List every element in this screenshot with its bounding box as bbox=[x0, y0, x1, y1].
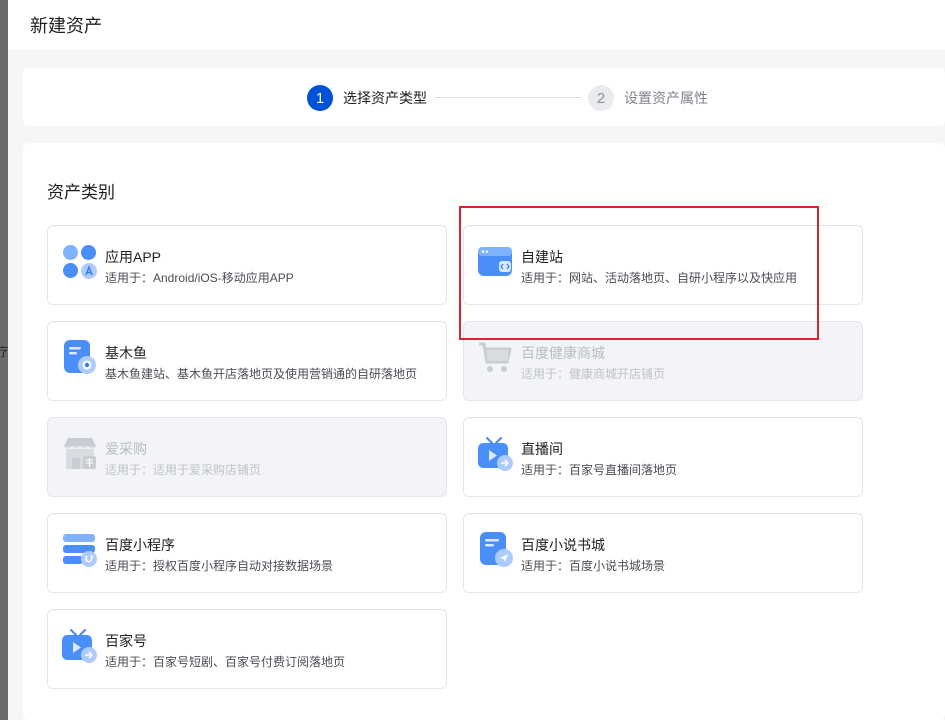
asset-name: 直播间 bbox=[521, 441, 563, 457]
background-page-text: 疗 bbox=[0, 345, 9, 359]
step-1-label: 选择资产类型 bbox=[343, 90, 427, 106]
asset-desc: 基木鱼建站、基木鱼开店落地页及使用营销通的自研落地页 bbox=[105, 367, 418, 381]
asset-desc: 适用于：健康商城开店铺页 bbox=[521, 367, 666, 381]
asset-desc: 适用于：百度小说书城场景 bbox=[521, 559, 666, 573]
step-1[interactable]: 1 选择资产类型 bbox=[307, 85, 427, 111]
browser-code-icon bbox=[478, 247, 512, 276]
step-2[interactable]: 2 设置资产属性 bbox=[588, 85, 708, 111]
asset-category-panel: 资产类别 应用APP 适用于：Android/iOS-移动应用APP 自建站 适… bbox=[23, 143, 945, 720]
asset-card-baidu-novel-store[interactable]: 百度小说书城 适用于：百度小说书城场景 bbox=[463, 513, 863, 593]
asset-card-health-mall: 百度健康商城 适用于：健康商城开店铺页 bbox=[463, 321, 863, 401]
drawer-title: 新建资产 bbox=[30, 16, 102, 36]
asset-card-app[interactable]: 应用APP 适用于：Android/iOS-移动应用APP bbox=[47, 225, 447, 305]
storefront-icon bbox=[64, 438, 96, 469]
mini-program-icon bbox=[63, 534, 97, 567]
steps-bar: 1 选择资产类型 2 设置资产属性 bbox=[23, 68, 945, 126]
asset-card-self-built-site[interactable]: 自建站 适用于：网站、活动落地页、自研小程序以及快应用 bbox=[463, 225, 863, 305]
step-connector bbox=[435, 97, 581, 98]
asset-desc: 适用于：授权百度小程序自动对接数据场景 bbox=[105, 559, 334, 573]
app-grid-icon bbox=[63, 245, 97, 279]
shopping-cart-icon bbox=[479, 342, 512, 372]
new-asset-drawer: 新建资产 1 选择资产类型 2 设置资产属性 资产类别 应用APP 适用于：An… bbox=[8, 0, 945, 720]
asset-desc: 适用于：Android/iOS-移动应用APP bbox=[105, 271, 294, 285]
asset-desc: 适用于：网站、活动落地页、自研小程序以及快应用 bbox=[521, 271, 798, 285]
asset-desc: 适用于：百家号短剧、百家号付费订阅落地页 bbox=[105, 655, 346, 669]
asset-name: 基木鱼 bbox=[105, 345, 147, 361]
step-2-number: 2 bbox=[588, 85, 614, 111]
step-2-label: 设置资产属性 bbox=[624, 90, 708, 106]
drawer-header: 新建资产 bbox=[8, 0, 945, 50]
asset-name: 百度健康商城 bbox=[521, 345, 605, 361]
section-title: 资产类别 bbox=[47, 183, 115, 202]
step-1-number: 1 bbox=[307, 85, 333, 111]
asset-card-baijiahao[interactable]: 百家号 适用于：百家号短剧、百家号付费订阅落地页 bbox=[47, 609, 447, 689]
book-send-icon bbox=[480, 532, 513, 567]
asset-name: 应用APP bbox=[105, 249, 162, 265]
document-eye-icon bbox=[64, 340, 96, 374]
asset-card-aicaigou: 爱采购 适用于：适用于爱采购店铺页 bbox=[47, 417, 447, 497]
background-page-strip: 疗 bbox=[0, 0, 8, 720]
asset-name: 爱采购 bbox=[105, 441, 147, 457]
asset-name: 百度小程序 bbox=[105, 537, 175, 553]
asset-card-baidu-mini-program[interactable]: 百度小程序 适用于：授权百度小程序自动对接数据场景 bbox=[47, 513, 447, 593]
asset-card-live-room[interactable]: 直播间 适用于：百家号直播间落地页 bbox=[463, 417, 863, 497]
asset-card-jimuyu[interactable]: 基木鱼 基木鱼建站、基木鱼开店落地页及使用营销通的自研落地页 bbox=[47, 321, 447, 401]
asset-desc: 适用于：百家号直播间落地页 bbox=[521, 463, 678, 477]
asset-name: 自建站 bbox=[521, 249, 563, 265]
tv-play-icon bbox=[62, 628, 97, 663]
asset-name: 百家号 bbox=[105, 633, 147, 649]
asset-name: 百度小说书城 bbox=[521, 537, 605, 553]
tv-play-icon bbox=[478, 436, 513, 471]
asset-desc: 适用于：适用于爱采购店铺页 bbox=[105, 463, 262, 477]
